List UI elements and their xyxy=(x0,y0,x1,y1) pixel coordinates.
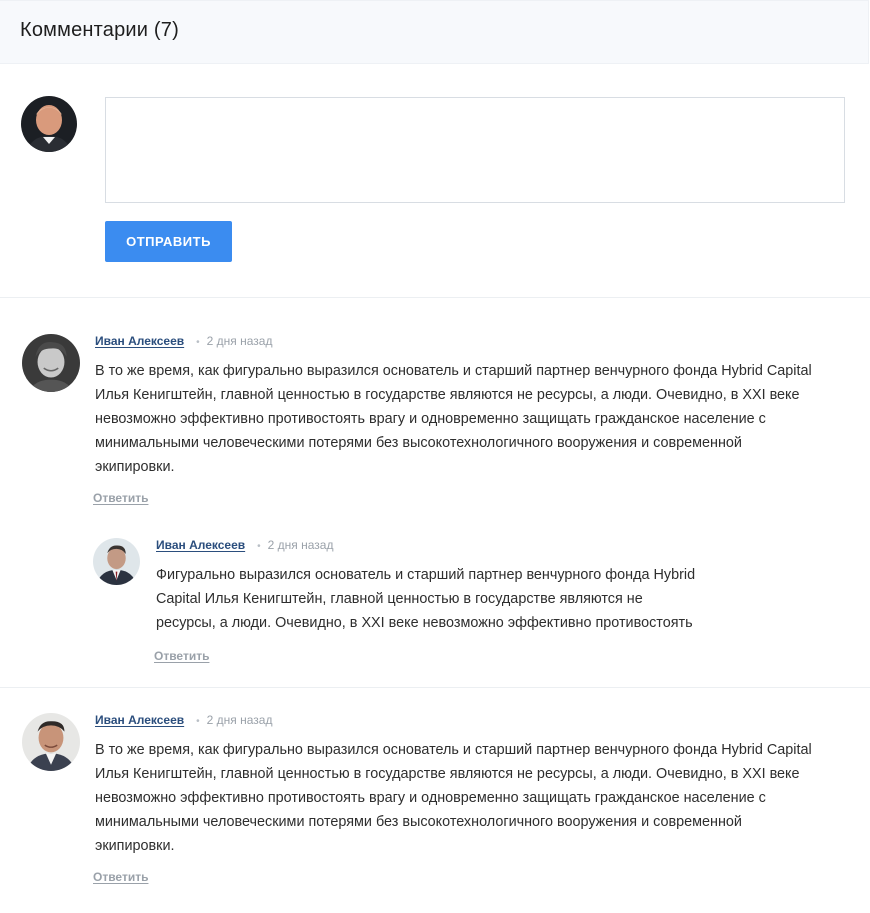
avatar-image xyxy=(21,96,77,152)
current-user-avatar xyxy=(21,96,77,152)
separator-dot: • xyxy=(257,541,261,552)
comment-line: В то же время, как фигурально выразился … xyxy=(95,363,812,379)
comment-avatar xyxy=(22,713,80,771)
comment-line: экипировки. xyxy=(95,459,175,475)
comment-line: минимальными человеческими потерями без … xyxy=(95,814,742,830)
comment-avatar xyxy=(93,538,140,585)
separator-dot: • xyxy=(196,716,200,727)
reply-button[interactable]: Ответить xyxy=(93,870,148,884)
submit-comment-button[interactable]: ОТПРАВИТЬ xyxy=(105,221,232,262)
comment-line: Илья Кенигштейн, главной ценностью в гос… xyxy=(95,766,800,782)
comment-text: В то же время, как фигурально выразился … xyxy=(95,359,855,479)
comment-avatar xyxy=(22,334,80,392)
comment-time: 2 дня назад xyxy=(206,713,273,727)
reply-button[interactable]: Ответить xyxy=(154,649,209,663)
comment-meta: Иван Алексеев • 2 дня назад xyxy=(156,538,333,552)
comment-line: ресурсы, а люди. Очевидно, в XXI веке не… xyxy=(156,615,693,631)
avatar-image xyxy=(22,713,80,771)
comment-text: В то же время, как фигурально выразился … xyxy=(95,738,855,858)
author-link[interactable]: Иван Алексеев xyxy=(95,713,184,727)
comment-meta: Иван Алексеев • 2 дня назад xyxy=(95,713,272,727)
avatar-image xyxy=(22,334,80,392)
divider xyxy=(0,687,870,688)
comment-time: 2 дня назад xyxy=(267,538,334,552)
comment-line: минимальными человеческими потерями без … xyxy=(95,435,742,451)
comment-line: невозможно эффективно противостоять враг… xyxy=(95,790,766,806)
comments-header: Комментарии (7) xyxy=(0,0,869,64)
comment-meta: Иван Алексеев • 2 дня назад xyxy=(95,334,272,348)
comment-line: В то же время, как фигурально выразился … xyxy=(95,742,812,758)
divider xyxy=(0,297,870,298)
comment-line: экипировки. xyxy=(95,838,175,854)
comment-line: Илья Кенигштейн, главной ценностью в гос… xyxy=(95,387,800,403)
comments-title: Комментарии (7) xyxy=(20,19,179,41)
author-link[interactable]: Иван Алексеев xyxy=(95,334,184,348)
author-link[interactable]: Иван Алексеев xyxy=(156,538,245,552)
comment-text: Фигурально выразился основатель и старши… xyxy=(156,563,756,635)
comment-line: невозможно эффективно противостоять враг… xyxy=(95,411,766,427)
reply-button[interactable]: Ответить xyxy=(93,491,148,505)
comment-input[interactable] xyxy=(105,97,845,203)
comment-time: 2 дня назад xyxy=(206,334,273,348)
separator-dot: • xyxy=(196,337,200,348)
avatar-image xyxy=(93,538,140,585)
comment-line: Фигурально выразился основатель и старши… xyxy=(156,567,696,583)
comment-line: Capital Илья Кенигштейн, главной ценност… xyxy=(156,591,643,607)
